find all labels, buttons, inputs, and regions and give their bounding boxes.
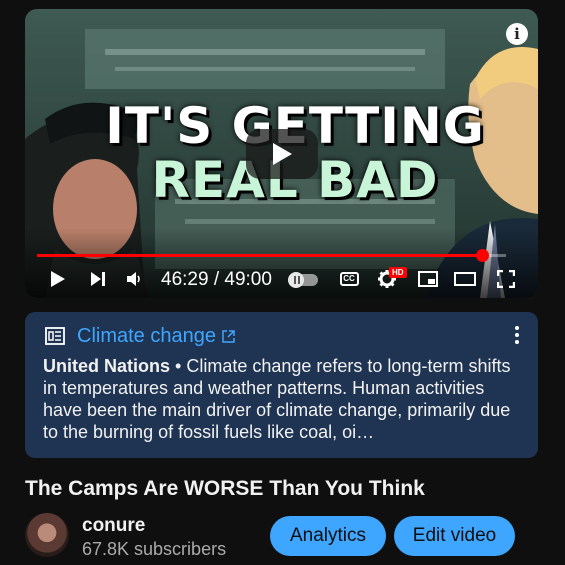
info-icon[interactable]: i bbox=[506, 23, 528, 45]
info-panel-title[interactable]: Climate change bbox=[77, 325, 216, 348]
current-time: 46:29 bbox=[161, 269, 209, 290]
miniplayer-button[interactable] bbox=[416, 267, 440, 291]
time-display: 46:29 / 49:00 bbox=[161, 269, 272, 291]
fullscreen-icon bbox=[497, 270, 515, 288]
video-player[interactable]: IT'S GETTING REAL BAD i 46:29 / 49:00 CC… bbox=[25, 9, 538, 298]
time-separator: / bbox=[213, 269, 225, 290]
skip-next-icon bbox=[91, 272, 105, 286]
info-source: United Nations bbox=[43, 356, 171, 376]
progress-bar[interactable] bbox=[37, 249, 506, 262]
center-play-button[interactable] bbox=[246, 129, 318, 179]
play-icon bbox=[51, 271, 65, 287]
miniplayer-icon bbox=[418, 271, 438, 287]
more-vert-icon[interactable] bbox=[514, 326, 520, 346]
volume-button[interactable] bbox=[123, 267, 147, 291]
duration: 49:00 bbox=[224, 269, 272, 290]
avatar[interactable] bbox=[25, 513, 69, 557]
analytics-button[interactable]: Analytics bbox=[270, 516, 386, 556]
scrubber-handle[interactable] bbox=[476, 249, 490, 262]
video-title: The Camps Are WORSE Than You Think bbox=[25, 477, 425, 500]
info-panel: Climate change United Nations • Climate … bbox=[25, 312, 538, 458]
captions-button[interactable]: CC bbox=[337, 267, 361, 291]
external-link-icon bbox=[222, 329, 235, 343]
autoplay-toggle[interactable] bbox=[288, 272, 318, 288]
subscriber-count: 67.8K subscribers bbox=[82, 539, 227, 559]
pause-glyph bbox=[298, 276, 300, 284]
theater-mode-icon bbox=[454, 272, 476, 286]
theater-mode-button[interactable] bbox=[453, 267, 477, 291]
info-panel-body: United Nations • Climate change refers t… bbox=[43, 355, 528, 443]
info-panel-header[interactable]: Climate change bbox=[45, 324, 235, 348]
hd-badge: HD bbox=[389, 267, 407, 278]
play-button[interactable] bbox=[47, 267, 69, 291]
article-icon bbox=[45, 327, 65, 345]
channel-name[interactable]: conure bbox=[82, 515, 145, 537]
volume-icon bbox=[127, 272, 140, 286]
progress-played bbox=[37, 254, 483, 257]
captions-icon: CC bbox=[339, 272, 359, 286]
play-icon bbox=[273, 143, 292, 165]
next-button[interactable] bbox=[87, 267, 109, 291]
info-separator: • bbox=[170, 356, 187, 376]
edit-video-button[interactable]: Edit video bbox=[394, 516, 515, 556]
pause-glyph bbox=[294, 276, 296, 284]
fullscreen-button[interactable] bbox=[494, 267, 518, 291]
